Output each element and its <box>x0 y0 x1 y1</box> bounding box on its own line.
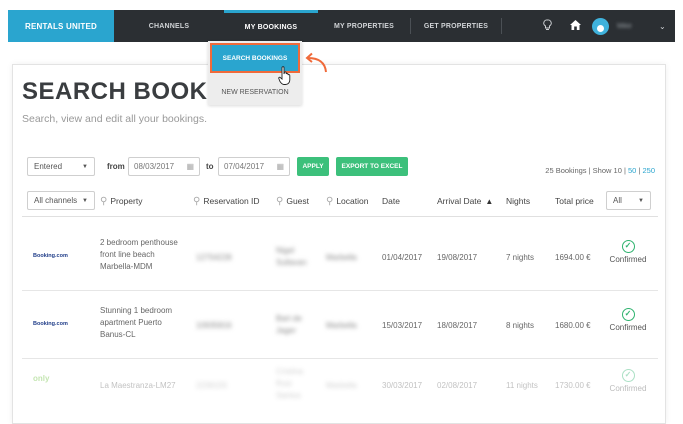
channel-filter-select[interactable]: All channels ▼ <box>27 191 95 210</box>
hand-cursor-icon <box>278 66 291 85</box>
show-250-link[interactable]: 250 <box>642 166 655 175</box>
nights: 7 nights <box>506 253 535 262</box>
header-location[interactable]: ⚲ Location <box>326 190 368 212</box>
channel-logo-booking: Booking.com <box>33 321 68 327</box>
guest-name: Cristina Ruiz Santos <box>276 367 304 400</box>
header-guest[interactable]: ⚲ Guest <box>276 190 309 212</box>
nights: 8 nights <box>506 321 535 330</box>
header-reservation-id[interactable]: ⚲ Reservation ID <box>193 190 260 212</box>
nav-my-bookings[interactable]: MY BOOKINGS <box>224 10 318 42</box>
show-50-link[interactable]: 50 <box>628 166 636 175</box>
total-price: 1680.00 € <box>555 321 591 330</box>
user-name[interactable]: Mike <box>617 23 645 30</box>
sort-up-icon: ▲ <box>485 196 494 206</box>
page-subtitle: Search, view and edit all your bookings. <box>22 113 208 125</box>
from-label: from <box>107 162 125 171</box>
location: Marbella <box>326 381 357 390</box>
location: Marbella <box>326 321 357 330</box>
property-name[interactable]: La Maestranza-LM27 <box>100 380 176 392</box>
guest-name: Nigel Sullavan <box>276 246 307 267</box>
to-date-input[interactable]: 07/04/2017 ▦ <box>218 157 290 176</box>
arrival-date: 02/08/2017 <box>437 381 478 390</box>
caret-down-icon: ▼ <box>82 163 88 170</box>
check-circle-icon: ✓ <box>621 308 635 321</box>
reservation-id[interactable]: 12754228 <box>196 252 232 264</box>
status-badge: ✓ Confirmed <box>609 240 647 264</box>
status-filter-select[interactable]: All ▼ <box>606 191 651 210</box>
callout-arrow-icon <box>305 52 327 73</box>
to-label: to <box>206 162 214 171</box>
status-badge: ✓ Confirmed <box>609 308 647 332</box>
caret-down-icon: ▼ <box>638 197 644 204</box>
apply-button[interactable]: APPLY <box>297 157 329 176</box>
total-price: 1694.00 € <box>555 253 591 262</box>
booking-date: 15/03/2017 <box>382 321 423 330</box>
header-divider <box>22 216 658 217</box>
date-type-select[interactable]: Entered ▼ <box>27 157 95 176</box>
booking-date: 01/04/2017 <box>382 253 423 262</box>
property-name[interactable]: Stunning 1 bedroom apartment Puerto Banu… <box>100 305 172 341</box>
location: Marbella <box>326 253 357 262</box>
check-circle-icon: ✓ <box>621 369 635 382</box>
arrival-date: 18/08/2017 <box>437 321 478 330</box>
row-divider <box>22 358 658 359</box>
bookings-count: 25 Bookings | Show 10 | 50 | 250 <box>545 166 655 175</box>
property-name[interactable]: 2 bedroom penthouse front line beach Mar… <box>100 237 178 273</box>
from-date-input[interactable]: 08/03/2017 ▦ <box>128 157 200 176</box>
header-arrival-date[interactable]: Arrival Date ▲ <box>437 190 493 212</box>
total-price: 1730.00 € <box>555 381 591 390</box>
search-icon: ⚲ <box>276 195 284 207</box>
channel-logo-booking: Booking.com <box>33 253 68 259</box>
user-avatar[interactable] <box>592 17 609 35</box>
channel-logo-only: only <box>33 374 50 383</box>
top-navigation: RENTALS UNITED CHANNELS MY BOOKINGS MY P… <box>8 10 675 42</box>
status-badge: ✓ Confirmed <box>609 369 647 393</box>
brand-logo[interactable]: RENTALS UNITED <box>8 10 114 42</box>
check-circle-icon: ✓ <box>621 240 635 253</box>
search-icon: ⚲ <box>326 195 334 207</box>
home-icon[interactable] <box>564 19 586 34</box>
header-nights[interactable]: Nights <box>506 190 530 212</box>
reservation-id[interactable]: 10935816 <box>196 320 232 332</box>
calendar-icon: ▦ <box>186 162 194 171</box>
reservation-id[interactable]: 2236155 <box>196 380 227 392</box>
nav-channels[interactable]: CHANNELS <box>114 10 224 42</box>
caret-down-icon: ▼ <box>82 197 88 204</box>
nav-get-properties[interactable]: GET PROPERTIES <box>411 10 501 42</box>
chevron-down-icon[interactable]: ⌄ <box>659 22 666 31</box>
header-total-price[interactable]: Total price <box>555 190 594 212</box>
nav-divider <box>501 18 502 34</box>
header-property[interactable]: ⚲ Property <box>100 190 142 212</box>
row-divider <box>22 290 658 291</box>
booking-date: 30/03/2017 <box>382 381 423 390</box>
export-excel-button[interactable]: EXPORT TO EXCEL <box>336 157 408 176</box>
guest-name: Bart de Jager <box>276 314 302 335</box>
lightbulb-icon[interactable] <box>536 18 558 34</box>
nights: 11 nights <box>506 381 538 390</box>
nav-my-properties[interactable]: MY PROPERTIES <box>318 10 410 42</box>
calendar-icon: ▦ <box>276 162 284 171</box>
search-icon: ⚲ <box>100 195 108 207</box>
search-icon: ⚲ <box>193 195 201 207</box>
header-date[interactable]: Date <box>382 190 400 212</box>
arrival-date: 19/08/2017 <box>437 253 478 262</box>
